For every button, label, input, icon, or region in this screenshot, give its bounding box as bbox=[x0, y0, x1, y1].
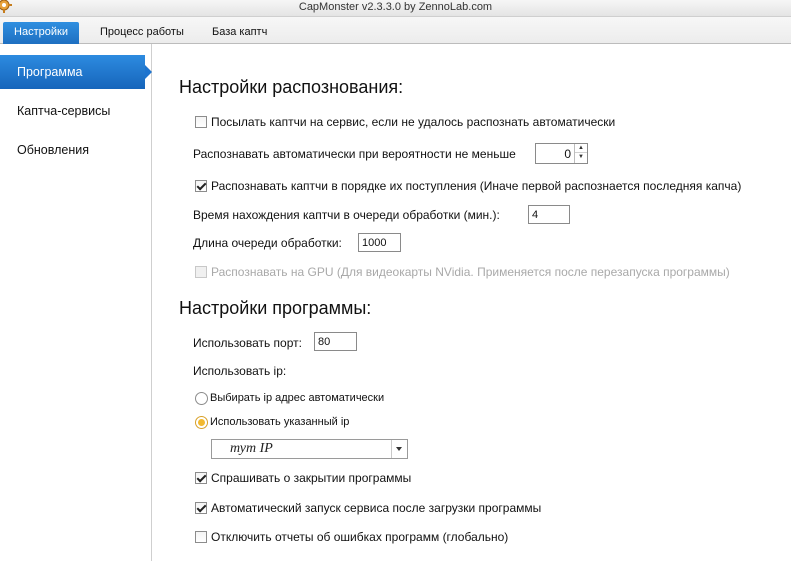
queue-time-input[interactable] bbox=[528, 205, 570, 224]
ip-auto-label: Выбирать ip адрес автоматически bbox=[210, 392, 385, 404]
disable-reports-label: Отключить отчеты об ошибках программ (гл… bbox=[211, 530, 509, 544]
window-title: CapMonster v2.3.3.0 by ZennoLab.com bbox=[298, 1, 493, 13]
spin-up-icon[interactable]: ▲ bbox=[575, 144, 587, 153]
spinner-buttons: ▲ ▼ bbox=[574, 144, 587, 163]
tab-workflow[interactable]: Процесс работы bbox=[100, 22, 184, 44]
ask-close-label: Спрашивать о закрытии программы bbox=[211, 471, 412, 485]
ip-combobox[interactable]: тут IP bbox=[211, 439, 408, 459]
sidebar-item-captcha-services[interactable]: Каптча-сервисы bbox=[0, 94, 152, 128]
probability-spinner[interactable]: 0 ▲ ▼ bbox=[535, 143, 588, 164]
tab-captcha-base[interactable]: База каптч bbox=[212, 22, 267, 44]
ask-close-checkbox[interactable] bbox=[195, 472, 207, 484]
queue-length-input[interactable] bbox=[358, 233, 401, 252]
recognition-heading: Настройки распознования: bbox=[179, 77, 404, 97]
gpu-checkbox[interactable] bbox=[195, 266, 207, 278]
sidebar: Программа Каптча-сервисы Обновления bbox=[0, 44, 152, 561]
queue-time-label: Время нахождения каптчи в очереди обрабо… bbox=[193, 208, 500, 222]
tab-settings[interactable]: Настройки bbox=[3, 22, 79, 44]
send-to-service-checkbox[interactable] bbox=[195, 116, 207, 128]
ip-auto-radio[interactable] bbox=[195, 392, 208, 405]
settings-panel: Настройки распознования: Посылать каптчи… bbox=[153, 44, 791, 561]
sidebar-item-updates[interactable]: Обновления bbox=[0, 133, 152, 167]
gpu-label: Распознавать на GPU (Для видеокарты NVid… bbox=[211, 265, 730, 279]
title-bar: CapMonster v2.3.3.0 by ZennoLab.com bbox=[0, 0, 791, 17]
ip-manual-label: Использовать указанный ip bbox=[210, 416, 350, 428]
in-order-checkbox[interactable] bbox=[195, 180, 207, 192]
ip-label: Использовать ip: bbox=[193, 364, 287, 378]
ip-combobox-value: тут IP bbox=[230, 441, 273, 456]
port-input[interactable] bbox=[314, 332, 357, 351]
autostart-label: Автоматический запуск сервиса после загр… bbox=[211, 501, 542, 515]
port-label: Использовать порт: bbox=[193, 336, 302, 350]
in-order-label: Распознавать каптчи в порядке их поступл… bbox=[211, 179, 742, 193]
ip-manual-radio[interactable] bbox=[195, 416, 208, 429]
probability-value: 0 bbox=[564, 147, 571, 161]
sidebar-item-program[interactable]: Программа bbox=[0, 55, 152, 89]
disable-reports-checkbox[interactable] bbox=[195, 531, 207, 543]
spin-down-icon[interactable]: ▼ bbox=[575, 153, 587, 162]
autostart-checkbox[interactable] bbox=[195, 502, 207, 514]
program-heading: Настройки программы: bbox=[179, 298, 372, 318]
queue-length-label: Длина очереди обработки: bbox=[193, 236, 342, 250]
send-to-service-label: Посылать каптчи на сервис, если не удало… bbox=[211, 115, 616, 129]
probability-label: Распознавать автоматически при вероятнос… bbox=[193, 147, 516, 161]
tab-bar: Настройки Процесс работы База каптч bbox=[0, 17, 791, 44]
chevron-down-icon[interactable] bbox=[391, 440, 407, 458]
